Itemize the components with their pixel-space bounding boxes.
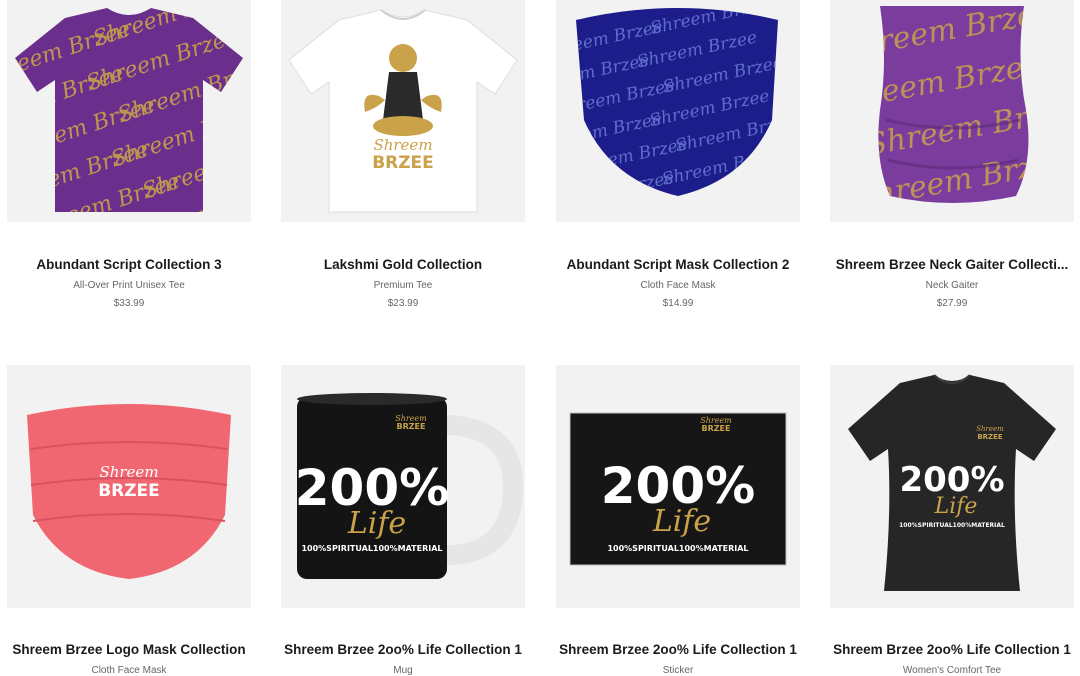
product-card[interactable]: Shreem BRZEE 200% Life 100%SPIRITUAL100%… xyxy=(281,365,525,676)
product-title[interactable]: Shreem Brzee Neck Gaiter Collecti... xyxy=(830,257,1074,272)
product-title[interactable]: Shreem Brzee 2oo% Life Collection 1 xyxy=(556,642,800,657)
product-card[interactable]: Shreem BRZEE 200% Life 100%SPIRITUAL100%… xyxy=(556,365,800,676)
purple-script-tshirt-image[interactable]: Shreem Brzee Shreem Brzee Shreem Brzee S… xyxy=(7,0,251,222)
product-type: Cloth Face Mask xyxy=(640,280,716,291)
svg-text:BRZEE: BRZEE xyxy=(397,422,426,431)
svg-text:BRZEE: BRZEE xyxy=(702,424,731,433)
product-title[interactable]: Shreem Brzee 2oo% Life Collection 1 xyxy=(830,642,1074,657)
svg-text:Shreem: Shreem xyxy=(976,425,1004,433)
product-price: $14.99 xyxy=(662,298,694,309)
product-card[interactable]: Shreem Brzee Shreem Brzee Shreem Brzee S… xyxy=(7,0,251,330)
svg-text:BRZEE: BRZEE xyxy=(372,153,434,173)
product-price: $33.99 xyxy=(113,298,145,309)
product-card[interactable]: Shreem BRZEE 200% Life 100%SPIRITUAL100%… xyxy=(830,365,1074,676)
svg-text:100%SPIRITUAL100%MATERIAL: 100%SPIRITUAL100%MATERIAL xyxy=(301,544,442,553)
product-card[interactable]: Shreem BRZEE Shreem Brzee Logo Mask Coll… xyxy=(7,365,251,676)
svg-text:Shreem Brzee: Shreem Brzee xyxy=(19,213,177,222)
black-mug-image[interactable]: Shreem BRZEE 200% Life 100%SPIRITUAL100%… xyxy=(281,365,525,608)
product-type: Neck Gaiter xyxy=(925,280,979,291)
svg-text:Life: Life xyxy=(347,506,406,541)
product-type: Sticker xyxy=(662,665,694,676)
white-lakshmi-tshirt-image[interactable]: Shreem BRZEE xyxy=(281,0,525,222)
product-type: All-Over Print Unisex Tee xyxy=(73,280,185,291)
svg-text:Shreem: Shreem xyxy=(373,136,432,154)
product-title[interactable]: Shreem Brzee Logo Mask Collection xyxy=(7,642,251,657)
product-title[interactable]: Abundant Script Collection 3 xyxy=(7,257,251,272)
svg-text:BRZEE: BRZEE xyxy=(977,433,1003,441)
product-type: Cloth Face Mask xyxy=(91,665,167,676)
svg-text:Shreem: Shreem xyxy=(99,463,158,481)
svg-text:Shreem Brzee: Shreem Brzee xyxy=(556,168,676,213)
svg-text:100%SPIRITUAL100%MATERIAL: 100%SPIRITUAL100%MATERIAL xyxy=(607,544,748,553)
product-price: $23.99 xyxy=(387,298,419,309)
svg-text:Life: Life xyxy=(652,504,711,539)
blue-script-mask-image[interactable]: Shreem Brzee Shreem Brzee Shreem Brzee S… xyxy=(556,0,800,222)
product-type: Women's Comfort Tee xyxy=(902,665,1002,676)
product-title[interactable]: Lakshmi Gold Collection xyxy=(281,257,525,272)
pink-logo-mask-image[interactable]: Shreem BRZEE xyxy=(7,365,251,608)
purple-neck-gaiter-image[interactable]: Shreem Brzee Shreem Brzee Shreem Brzee S… xyxy=(830,0,1074,222)
svg-text:BRZEE: BRZEE xyxy=(98,481,160,501)
black-sticker-image[interactable]: Shreem BRZEE 200% Life 100%SPIRITUAL100%… xyxy=(556,365,800,608)
product-type: Premium Tee xyxy=(373,280,433,291)
svg-text:100%SPIRITUAL100%MATERIAL: 100%SPIRITUAL100%MATERIAL xyxy=(899,522,1005,529)
black-womens-tee-image[interactable]: Shreem BRZEE 200% Life 100%SPIRITUAL100%… xyxy=(830,365,1074,608)
product-card[interactable]: Shreem Brzee Shreem Brzee Shreem Brzee S… xyxy=(830,0,1074,330)
product-card[interactable]: Shreem BRZEE Lakshmi Gold Collection Pre… xyxy=(281,0,525,330)
product-title[interactable]: Abundant Script Mask Collection 2 xyxy=(556,257,800,272)
product-title[interactable]: Shreem Brzee 2oo% Life Collection 1 xyxy=(281,642,525,657)
svg-text:Life: Life xyxy=(934,494,978,519)
product-type: Mug xyxy=(393,665,413,676)
product-price: $27.99 xyxy=(936,298,968,309)
product-card[interactable]: Shreem Brzee Shreem Brzee Shreem Brzee S… xyxy=(556,0,800,330)
